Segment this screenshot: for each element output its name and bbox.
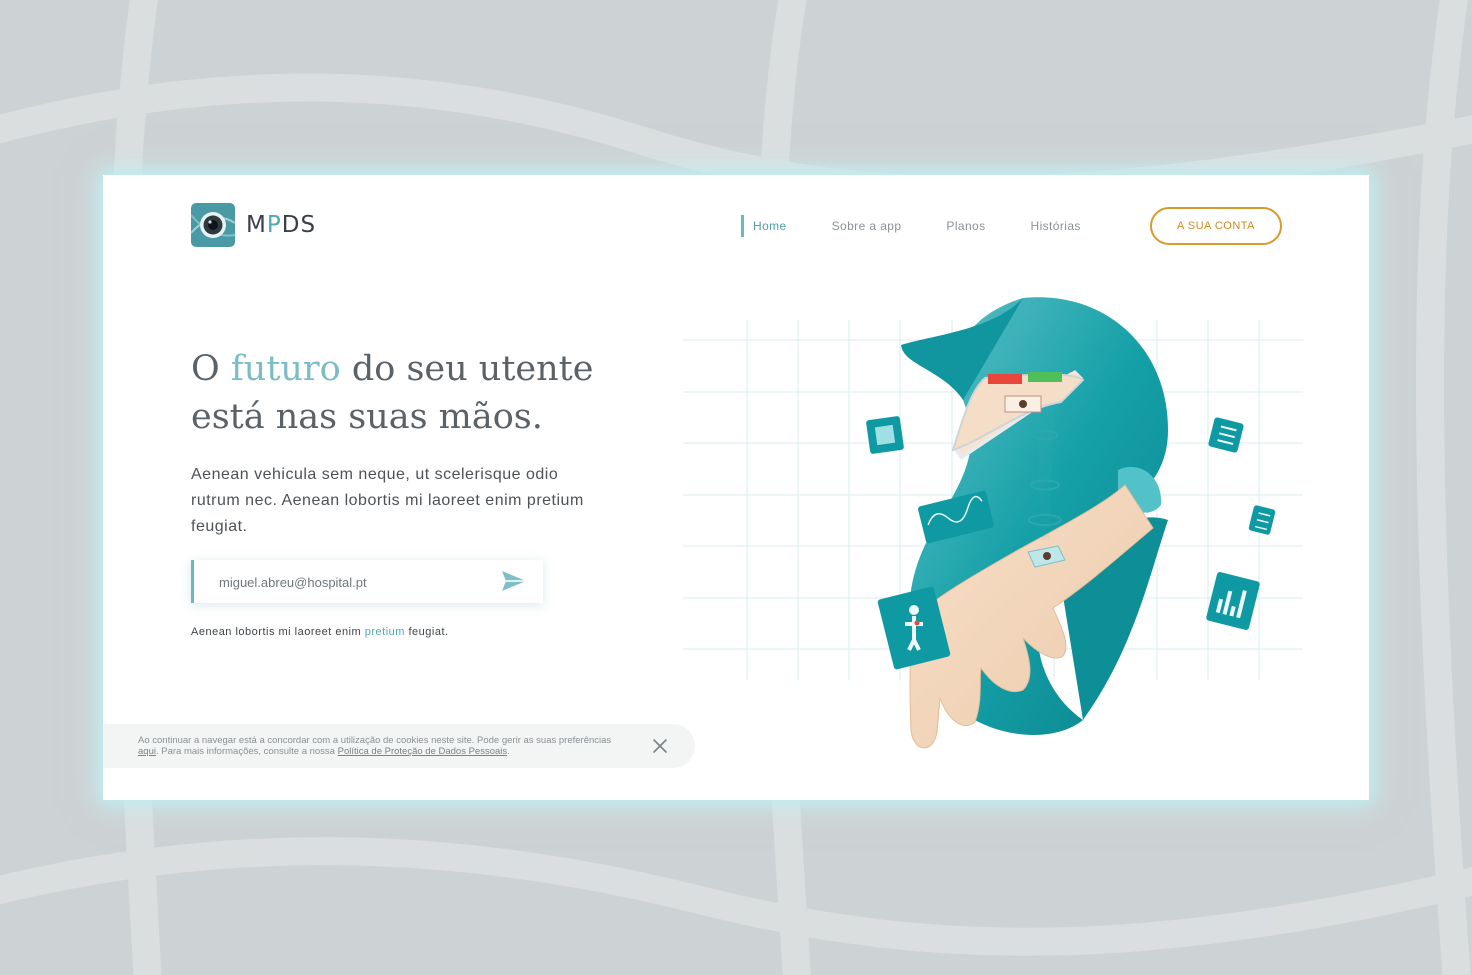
hero-note: Aenean lobortis mi laoreet enim pretium … — [191, 626, 449, 638]
brand-name-accent: P — [266, 212, 282, 238]
bar-chart-icon — [1206, 572, 1260, 630]
email-form — [191, 560, 543, 603]
cookie-text-1: Ao continuar a navegar está a concordar … — [138, 735, 612, 746]
cookie-text: Ao continuar a navegar está a concordar … — [138, 735, 628, 757]
account-button[interactable]: A SUA CONTA — [1150, 207, 1282, 245]
cookie-preferences-link[interactable]: aqui — [138, 746, 156, 757]
nav-item-historias[interactable]: Histórias — [1031, 219, 1081, 233]
cookie-text-2: . Para mais informações, consulte a noss… — [155, 746, 338, 757]
note-link[interactable]: pretium — [365, 626, 405, 638]
brand-name-prefix: M — [246, 212, 267, 238]
brand-name: MPDS — [246, 212, 316, 238]
xray-icon — [866, 416, 904, 454]
camera-lens-icon — [191, 203, 235, 247]
email-input[interactable] — [217, 570, 491, 594]
note-post: feugiat. — [404, 626, 449, 638]
nav-item-sobre-a-app[interactable]: Sobre a app — [832, 219, 902, 233]
send-icon[interactable] — [501, 570, 527, 592]
checklist-icon — [1208, 417, 1244, 453]
nav-item-planos[interactable]: Planos — [946, 219, 985, 233]
brand-name-suffix: DS — [281, 212, 317, 238]
hero-headline: O futuro do seu utente está nas suas mãos… — [191, 345, 593, 441]
sliders-icon — [1248, 505, 1276, 535]
nav-item-home[interactable]: Home — [741, 215, 787, 237]
cookie-text-3: . — [507, 746, 510, 757]
main-nav: Home Sobre a app Planos Histórias — [741, 215, 1126, 237]
headline-pre: O — [191, 349, 231, 389]
brand-logo[interactable]: MPDS — [191, 203, 316, 247]
landing-page-card: MPDS Home Sobre a app Planos Histórias A… — [103, 175, 1369, 800]
headline-line-2: está nas suas mãos. — [191, 397, 543, 437]
cookie-banner: Ao continuar a navegar está a concordar … — [103, 724, 695, 768]
hero-subtext: Aenean vehicula sem neque, ut scelerisqu… — [191, 466, 584, 535]
note-pre: Aenean lobortis mi laoreet enim — [191, 626, 365, 638]
hero-illustration — [683, 297, 1303, 749]
privacy-policy-link[interactable]: Política de Proteção de Dados Pessoais — [338, 746, 508, 757]
headline-post: do seu utente — [340, 349, 594, 389]
headline-highlight: futuro — [230, 349, 341, 389]
